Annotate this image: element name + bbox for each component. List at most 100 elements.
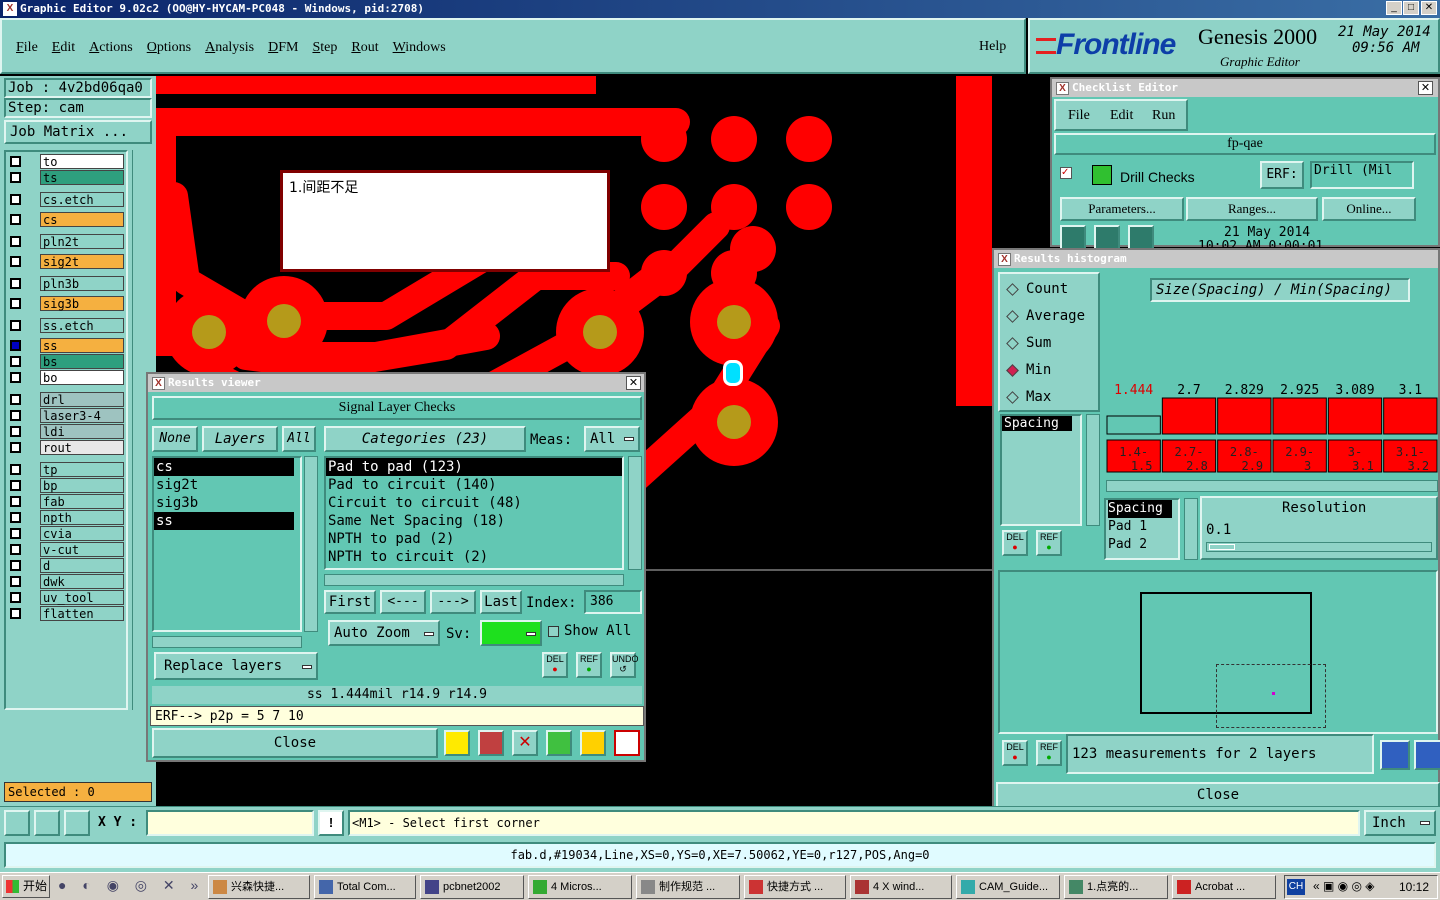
units-select[interactable]: Inch	[1364, 810, 1436, 836]
spacing-scrollbar[interactable]	[1086, 414, 1100, 526]
layer-checkbox[interactable]	[10, 426, 21, 437]
show-all-checkbox[interactable]	[548, 626, 559, 637]
menu-edit[interactable]: Edit	[52, 40, 75, 56]
layer-checkbox[interactable]	[10, 480, 21, 491]
parameters-button[interactable]: Parameters...	[1060, 197, 1184, 221]
layers-all-button[interactable]: All	[282, 426, 316, 452]
layer-name[interactable]: cvia	[40, 526, 124, 541]
layer-result-list[interactable]: cs sig2t sig3b ss	[152, 456, 302, 632]
category-item[interactable]: Same Net Spacing (18)	[326, 512, 622, 530]
category-item[interactable]: Pad to pad (123)	[326, 458, 622, 476]
option-count[interactable]: Count	[1006, 280, 1096, 300]
layer-name[interactable]: drl	[40, 392, 124, 407]
checklist-check[interactable]: ✓	[1060, 167, 1072, 179]
menu-step[interactable]: Step	[312, 40, 337, 56]
layer-checkbox[interactable]	[10, 394, 21, 405]
undo-button[interactable]: UNDO ↺	[610, 652, 639, 678]
layer-checkbox[interactable]	[10, 356, 21, 367]
menu-options[interactable]: Options	[147, 40, 191, 56]
category-scrollbar[interactable]	[628, 456, 642, 570]
results-viewer-close-icon[interactable]: ✕	[626, 376, 641, 390]
layer-checkbox[interactable]	[10, 298, 21, 309]
histogram-chart[interactable]: 1.444 1.4-1.5 2.7 2.7-2.8 2.829 2.8-2.9 2.925 2…	[1106, 382, 1438, 474]
preview-pane[interactable]	[998, 570, 1438, 734]
layer-row[interactable]: pln3b	[8, 276, 124, 291]
layer-checkbox[interactable]	[10, 496, 21, 507]
layer-row[interactable]: ss.etch	[8, 318, 124, 333]
online-button[interactable]: Online...	[1322, 197, 1416, 221]
checklist-close-icon[interactable]: ✕	[1418, 81, 1433, 95]
layer-name[interactable]: uv_tool	[40, 590, 124, 605]
layer-name[interactable]: bs	[40, 354, 124, 369]
layer-name[interactable]: rout	[40, 440, 124, 455]
lang-indicator[interactable]: CH	[1287, 879, 1305, 895]
taskbar-item[interactable]: 兴森快捷...	[208, 875, 310, 899]
layer-checkbox[interactable]	[10, 256, 21, 267]
report-icon[interactable]	[478, 730, 504, 756]
taskbar-item[interactable]: 1.点亮的...	[1064, 875, 1168, 899]
index-field[interactable]: 386	[584, 590, 642, 614]
categories-button[interactable]: Categories (23)	[324, 426, 526, 452]
layer-row[interactable]: ldi	[8, 424, 124, 439]
layer-checkbox[interactable]	[10, 340, 21, 351]
layer-row[interactable]: uv_tool	[8, 590, 124, 605]
histogram-bar[interactable]	[1217, 397, 1272, 435]
menu-windows[interactable]: Windows	[393, 40, 446, 56]
spacing-list[interactable]: Spacing	[1000, 414, 1082, 526]
layer-name[interactable]: laser3-4	[40, 408, 124, 423]
category-item[interactable]: NPTH to circuit (2)	[326, 548, 622, 566]
xy-field[interactable]	[146, 810, 314, 836]
resolution-slider[interactable]	[1206, 542, 1432, 552]
job-matrix-button[interactable]: Job Matrix ...	[4, 120, 152, 144]
del-button[interactable]: DEL ●	[542, 652, 568, 678]
info-icon[interactable]	[444, 730, 470, 756]
taskbar-item[interactable]: 快捷方式 ...	[744, 875, 846, 899]
taskbar-item[interactable]: 4 X wind...	[850, 875, 952, 899]
maximize-button[interactable]: □	[1403, 1, 1419, 15]
layer-row[interactable]: npth	[8, 510, 124, 525]
layer-name[interactable]: cs	[40, 212, 124, 227]
checklist-menu-run[interactable]: Run	[1152, 108, 1175, 124]
erf-value[interactable]: Drill (Mil	[1310, 161, 1414, 189]
layer-checkbox[interactable]	[10, 464, 21, 475]
layer-name[interactable]: ldi	[40, 424, 124, 439]
layer-name[interactable]: pln2t	[40, 234, 124, 249]
layer-name[interactable]: tp	[40, 462, 124, 477]
layer-row[interactable]: to	[8, 154, 124, 169]
measure-icon[interactable]	[34, 810, 60, 836]
close-button[interactable]: Close	[152, 728, 438, 758]
layer-name[interactable]: sig2t	[40, 254, 124, 269]
taskbar-item[interactable]: Acrobat ...	[1172, 875, 1276, 899]
layer-row[interactable]: tp	[8, 462, 124, 477]
layer-checkbox[interactable]	[10, 156, 21, 167]
layer-checkbox[interactable]	[10, 544, 21, 555]
layer-name[interactable]: pln3b	[40, 276, 124, 291]
layer-name[interactable]: v-cut	[40, 542, 124, 557]
zoom-fit-icon[interactable]	[4, 810, 30, 836]
taskbar-item[interactable]: CAM_Guide...	[956, 875, 1060, 899]
layer-checkbox[interactable]	[10, 372, 21, 383]
del-button-preview[interactable]: DEL ●	[1002, 740, 1028, 766]
layer-name[interactable]: fab	[40, 494, 124, 509]
histogram-bar[interactable]	[1106, 415, 1161, 435]
category-hscroll[interactable]	[324, 574, 624, 586]
layer-row[interactable]: bs	[8, 354, 124, 369]
layer-name[interactable]: flatten	[40, 606, 124, 621]
option-average[interactable]: Average	[1006, 307, 1096, 327]
histogram-bar[interactable]	[1383, 397, 1438, 435]
layer-checkbox[interactable]	[10, 320, 21, 331]
layer-checkbox[interactable]	[10, 560, 21, 571]
layer-name[interactable]: bp	[40, 478, 124, 493]
category-item[interactable]: NPTH to pad (2)	[326, 530, 622, 548]
histogram-hscroll[interactable]	[1106, 480, 1438, 492]
option-sum[interactable]: Sum	[1006, 334, 1096, 354]
layer-checkbox[interactable]	[10, 576, 21, 587]
layer-name[interactable]: dwk	[40, 574, 124, 589]
layer-name[interactable]: npth	[40, 510, 124, 525]
ref-button[interactable]: REF ●	[1036, 530, 1062, 556]
result-layer-item[interactable]: ss	[154, 512, 294, 530]
layer-row[interactable]: drl	[8, 392, 124, 407]
list-icon[interactable]	[580, 730, 606, 756]
layer-row[interactable]: pln2t	[8, 234, 124, 249]
histogram-bar[interactable]	[1161, 397, 1217, 435]
